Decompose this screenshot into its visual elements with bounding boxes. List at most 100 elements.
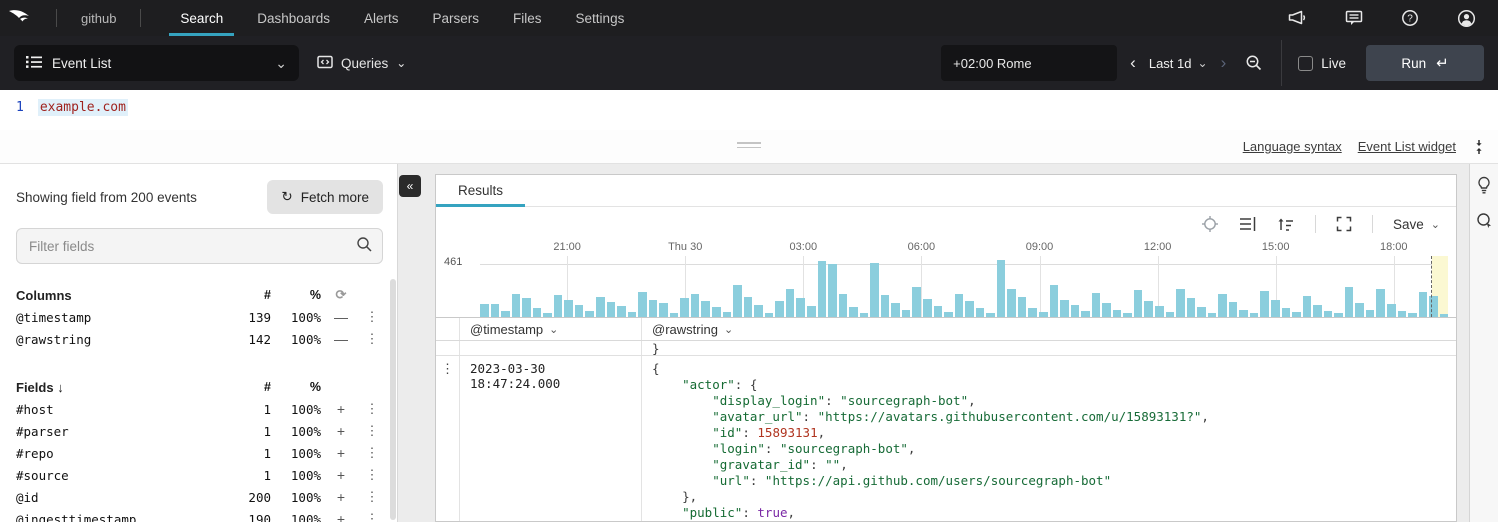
- histogram-bar[interactable]: [701, 301, 710, 317]
- field-row[interactable]: #parser 1 100% + ⋮: [16, 420, 383, 442]
- histogram-bar[interactable]: [934, 306, 943, 317]
- nav-search[interactable]: Search: [163, 0, 240, 36]
- histogram-bar[interactable]: [1071, 305, 1080, 317]
- field-menu-button[interactable]: ⋮: [361, 445, 383, 461]
- histogram-bar[interactable]: [891, 303, 900, 317]
- histogram-bar[interactable]: [1239, 310, 1248, 317]
- histogram-bar[interactable]: [1398, 311, 1407, 317]
- histogram-bar[interactable]: [765, 313, 774, 317]
- histogram-bar[interactable]: [818, 261, 827, 317]
- histogram-bar[interactable]: [1303, 296, 1312, 317]
- event-list-widget-link[interactable]: Event List widget: [1358, 139, 1456, 154]
- histogram-bar[interactable]: [1081, 311, 1090, 317]
- histogram-bar[interactable]: [1007, 289, 1016, 317]
- histogram-bar[interactable]: [1018, 297, 1027, 317]
- add-column-button[interactable]: +: [321, 489, 361, 505]
- histogram-bar[interactable]: [1313, 305, 1322, 317]
- fetch-more-button[interactable]: ↻ Fetch more: [267, 180, 383, 214]
- histogram-bar[interactable]: [638, 292, 647, 317]
- query-text[interactable]: example.com: [38, 99, 128, 116]
- histogram-bar[interactable]: [533, 308, 542, 317]
- field-row[interactable]: @id 200 100% + ⋮: [16, 486, 383, 508]
- histogram-bar[interactable]: [1345, 287, 1354, 317]
- histogram-bar[interactable]: [1366, 310, 1375, 317]
- sort-descending-icon[interactable]: ↓: [57, 380, 64, 395]
- fullscreen-icon[interactable]: [1336, 216, 1352, 232]
- histogram-bar[interactable]: [1176, 289, 1185, 317]
- collapse-panel-button[interactable]: «: [399, 175, 421, 197]
- inspect-search-icon[interactable]: [1476, 212, 1493, 229]
- histogram-bar[interactable]: [1113, 310, 1122, 317]
- event-histogram[interactable]: 461 21:00Thu 3003:0006:0009:0012:0015:00…: [480, 241, 1448, 317]
- row-density-icon[interactable]: [1239, 216, 1257, 232]
- field-row[interactable]: @ingesttimestamp 190 100% + ⋮: [16, 508, 383, 522]
- field-menu-button[interactable]: ⋮: [361, 401, 383, 417]
- queries-menu-button[interactable]: Queries ⌄: [317, 55, 406, 72]
- histogram-bar[interactable]: [1092, 293, 1101, 317]
- histogram-bar[interactable]: [944, 312, 953, 317]
- histogram-bar[interactable]: [965, 301, 974, 317]
- field-row[interactable]: #host 1 100% + ⋮: [16, 398, 383, 420]
- field-row[interactable]: @rawstring 142 100% — ⋮: [16, 328, 383, 350]
- histogram-bar[interactable]: [1355, 303, 1364, 317]
- field-menu-button[interactable]: ⋮: [361, 309, 383, 325]
- widget-type-select[interactable]: Event List ⌄: [14, 45, 299, 81]
- repo-name[interactable]: github: [67, 11, 130, 26]
- histogram-bar[interactable]: [1229, 302, 1238, 317]
- histogram-bar[interactable]: [807, 306, 816, 317]
- event-menu-button[interactable]: ⋮: [441, 361, 454, 521]
- lightbulb-icon[interactable]: [1476, 176, 1492, 194]
- histogram-bar[interactable]: [796, 298, 805, 317]
- histogram-bar[interactable]: [1440, 314, 1449, 317]
- histogram-bar[interactable]: [596, 297, 605, 317]
- field-menu-button[interactable]: ⋮: [361, 467, 383, 483]
- histogram-bar[interactable]: [955, 294, 964, 317]
- histogram-bar[interactable]: [1208, 313, 1217, 317]
- histogram-bar[interactable]: [1166, 312, 1175, 317]
- time-forward-button[interactable]: ›: [1208, 53, 1240, 73]
- timezone-select[interactable]: +02:00 Rome: [941, 45, 1117, 81]
- histogram-bar[interactable]: [1271, 300, 1280, 317]
- fields-panel-scrollbar[interactable]: [390, 279, 396, 520]
- language-syntax-link[interactable]: Language syntax: [1243, 139, 1342, 154]
- field-menu-button[interactable]: ⋮: [361, 511, 383, 522]
- nav-alerts[interactable]: Alerts: [347, 0, 416, 36]
- histogram-bar[interactable]: [564, 300, 573, 317]
- histogram-bar[interactable]: [786, 289, 795, 317]
- resize-drag-handle[interactable]: [737, 142, 761, 151]
- histogram-bar[interactable]: [997, 260, 1006, 317]
- histogram-bar[interactable]: [554, 295, 563, 317]
- nav-dashboards[interactable]: Dashboards: [240, 0, 347, 36]
- add-column-button[interactable]: +: [321, 423, 361, 439]
- histogram-bar[interactable]: [1155, 306, 1164, 317]
- histogram-bar[interactable]: [1144, 301, 1153, 317]
- histogram-bar[interactable]: [491, 304, 500, 317]
- announcements-icon[interactable]: [1288, 10, 1307, 27]
- histogram-bar[interactable]: [881, 295, 890, 317]
- filter-fields-input[interactable]: [16, 228, 383, 264]
- crosshair-icon[interactable]: [1201, 215, 1219, 233]
- sync-columns-icon[interactable]: ⟳: [321, 287, 361, 303]
- histogram-bar[interactable]: [849, 307, 858, 317]
- histogram-bar[interactable]: [522, 298, 531, 317]
- field-menu-button[interactable]: ⋮: [361, 331, 383, 347]
- histogram-bar[interactable]: [1050, 285, 1059, 317]
- histogram-bar[interactable]: [912, 287, 921, 317]
- collapse-vertical-icon[interactable]: [1472, 139, 1486, 155]
- histogram-bar[interactable]: [659, 303, 668, 317]
- histogram-bar[interactable]: [923, 299, 932, 317]
- histogram-bar[interactable]: [775, 301, 784, 317]
- field-menu-button[interactable]: ⋮: [361, 489, 383, 505]
- query-editor[interactable]: 1example.com: [0, 90, 1498, 130]
- crowdstrike-falcon-logo[interactable]: [0, 8, 46, 28]
- histogram-bar[interactable]: [585, 311, 594, 317]
- histogram-bar[interactable]: [828, 264, 837, 317]
- histogram-bar[interactable]: [1028, 308, 1037, 317]
- histogram-bar[interactable]: [1218, 294, 1227, 317]
- run-button[interactable]: Run ↵: [1366, 45, 1484, 81]
- histogram-bar[interactable]: [1260, 291, 1269, 317]
- histogram-bar[interactable]: [1376, 289, 1385, 317]
- histogram-bar[interactable]: [1334, 313, 1343, 317]
- add-column-button[interactable]: +: [321, 511, 361, 522]
- histogram-bar[interactable]: [543, 313, 552, 317]
